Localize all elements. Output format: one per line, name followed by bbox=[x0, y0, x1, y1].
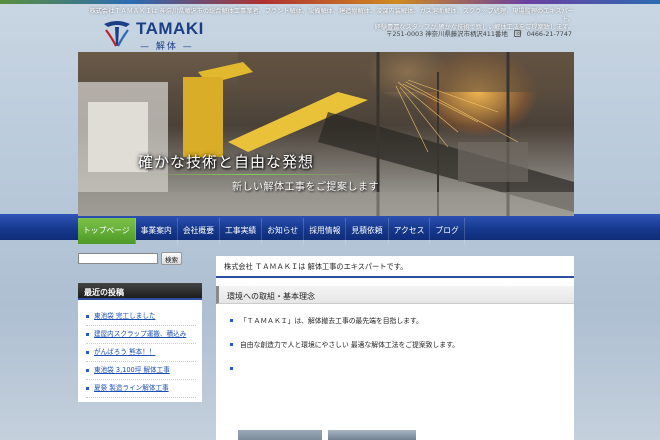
philosophy-item: 「ＴＡＭＡＫＩ」は、解体撤去工事の最先端を目指します。 bbox=[230, 316, 562, 340]
photo-thumbnail[interactable] bbox=[328, 430, 416, 440]
recent-post-link[interactable]: 東池袋 完工しました bbox=[94, 311, 155, 321]
search-form: 検索 bbox=[78, 252, 202, 265]
header-contact: 〒251-0003 神奈川県藤沢市柄沢411番地 ☏ 0466-21-7747 bbox=[386, 29, 572, 39]
philosophy-list: 「ＴＡＭＡＫＩ」は、解体撤去工事の最先端を目指します。 自由な創造力で人と環境に… bbox=[216, 304, 574, 388]
bullet-icon bbox=[230, 319, 233, 322]
nav-item-estimate[interactable]: 見積依頼 bbox=[346, 218, 389, 244]
hero-divider bbox=[134, 174, 364, 175]
logo-subtitle-text: 解体 bbox=[155, 42, 178, 52]
recent-post-item[interactable]: 建屋内スクラップ運搬、積込み bbox=[86, 326, 196, 344]
bullet-icon bbox=[86, 350, 89, 354]
section-title: 環境への取組・基本理念 bbox=[216, 286, 574, 304]
philosophy-item: 自由な創造力で人と環境にやさしい 最適な解体工法をご提案致します。 bbox=[230, 340, 562, 364]
nav-item-blog[interactable]: ブログ bbox=[430, 218, 465, 244]
bullet-icon bbox=[230, 343, 233, 346]
main-content: 株式会社 ＴＡＭＡＫＩは 解体工事のエキスパートです。 環境への取組・基本理念 … bbox=[216, 256, 574, 440]
search-input[interactable] bbox=[78, 253, 158, 264]
hero-banner: 確かな技術と自由な発想 新しい解体工事をご提案します bbox=[78, 52, 574, 216]
photo-thumbnails bbox=[238, 430, 416, 440]
sidebar: 検索 最近の投稿 東池袋 完工しました 建屋内スクラップ運搬、積込み がんばろう… bbox=[78, 252, 202, 402]
company-phone[interactable]: 0466-21-7747 bbox=[527, 30, 572, 38]
recent-post-item[interactable]: 東池袋 完工しました bbox=[86, 308, 196, 326]
recent-post-link[interactable]: 建屋内スクラップ運搬、積込み bbox=[94, 329, 186, 339]
global-nav: トップページ 事業案内 会社概要 工事実績 お知らせ 採用情報 見積依頼 アクセ… bbox=[78, 218, 574, 244]
phone-icon: ☏ bbox=[513, 30, 523, 37]
bullet-icon bbox=[230, 367, 233, 370]
bullet-icon bbox=[86, 332, 89, 336]
hero-catchphrase: 確かな技術と自由な発想 bbox=[138, 153, 315, 171]
recent-post-link[interactable]: がんばろう 熊本！！ bbox=[94, 347, 155, 357]
philosophy-text: 「ＴＡＭＡＫＩ」は、解体撤去工事の最先端を目指します。 bbox=[240, 317, 423, 325]
nav-item-access[interactable]: アクセス bbox=[389, 218, 431, 244]
nav-item-works[interactable]: 工事実績 bbox=[220, 218, 263, 244]
recent-post-link[interactable]: 東池袋 3,100坪 解体工事 bbox=[94, 365, 170, 375]
site-header: TAMAKI — 解体 — 株式会社ＴＡＭＡＫＩは 神奈川県藤沢市の総合解体工事… bbox=[78, 4, 574, 52]
nav-item-company[interactable]: 会社概要 bbox=[178, 218, 220, 244]
description-line-1: 株式会社ＴＡＭＡＫＩは 神奈川県藤沢市の総合解体工事業者。プラント解体、設備解体… bbox=[89, 8, 574, 23]
nav-item-news[interactable]: お知らせ bbox=[262, 218, 305, 244]
logo-subtitle: — 解体 — bbox=[140, 42, 194, 52]
recent-post-item[interactable]: 東池袋 3,100坪 解体工事 bbox=[86, 362, 196, 380]
search-button[interactable]: 検索 bbox=[161, 252, 182, 265]
nav-item-recruit[interactable]: 採用情報 bbox=[304, 218, 347, 244]
bullet-icon bbox=[86, 386, 89, 390]
bullet-icon bbox=[86, 368, 89, 372]
recent-post-item[interactable]: がんばろう 熊本！！ bbox=[86, 344, 196, 362]
photo-thumbnail[interactable] bbox=[238, 430, 322, 440]
main-intro: 株式会社 ＴＡＭＡＫＩは 解体工事のエキスパートです。 bbox=[216, 256, 574, 278]
page-frame: TAMAKI — 解体 — 株式会社ＴＡＭＡＫＩは 神奈川県藤沢市の総合解体工事… bbox=[78, 4, 574, 440]
recent-posts-widget: 最近の投稿 東池袋 完工しました 建屋内スクラップ運搬、積込み がんばろう 熊本… bbox=[78, 283, 202, 402]
bullet-icon bbox=[86, 314, 89, 318]
recent-post-link[interactable]: 夏祭 製造ライン解体工事 bbox=[94, 383, 169, 393]
recent-post-item[interactable]: 夏祭 製造ライン解体工事 bbox=[86, 380, 196, 398]
nav-item-top[interactable]: トップページ bbox=[78, 218, 136, 244]
nav-item-business[interactable]: 事業案内 bbox=[136, 218, 178, 244]
philosophy-item bbox=[230, 364, 562, 388]
hero-subcopy: 新しい解体工事をご提案します bbox=[232, 182, 379, 193]
recent-posts-title: 最近の投稿 bbox=[78, 283, 202, 300]
recent-posts-list: 東池袋 完工しました 建屋内スクラップ運搬、積込み がんばろう 熊本！！ 東池袋… bbox=[78, 300, 202, 402]
company-address: 〒251-0003 神奈川県藤沢市柄沢411番地 bbox=[386, 30, 508, 38]
philosophy-text: 自由な創造力で人と環境にやさしい 最適な解体工法をご提案致します。 bbox=[240, 341, 459, 349]
